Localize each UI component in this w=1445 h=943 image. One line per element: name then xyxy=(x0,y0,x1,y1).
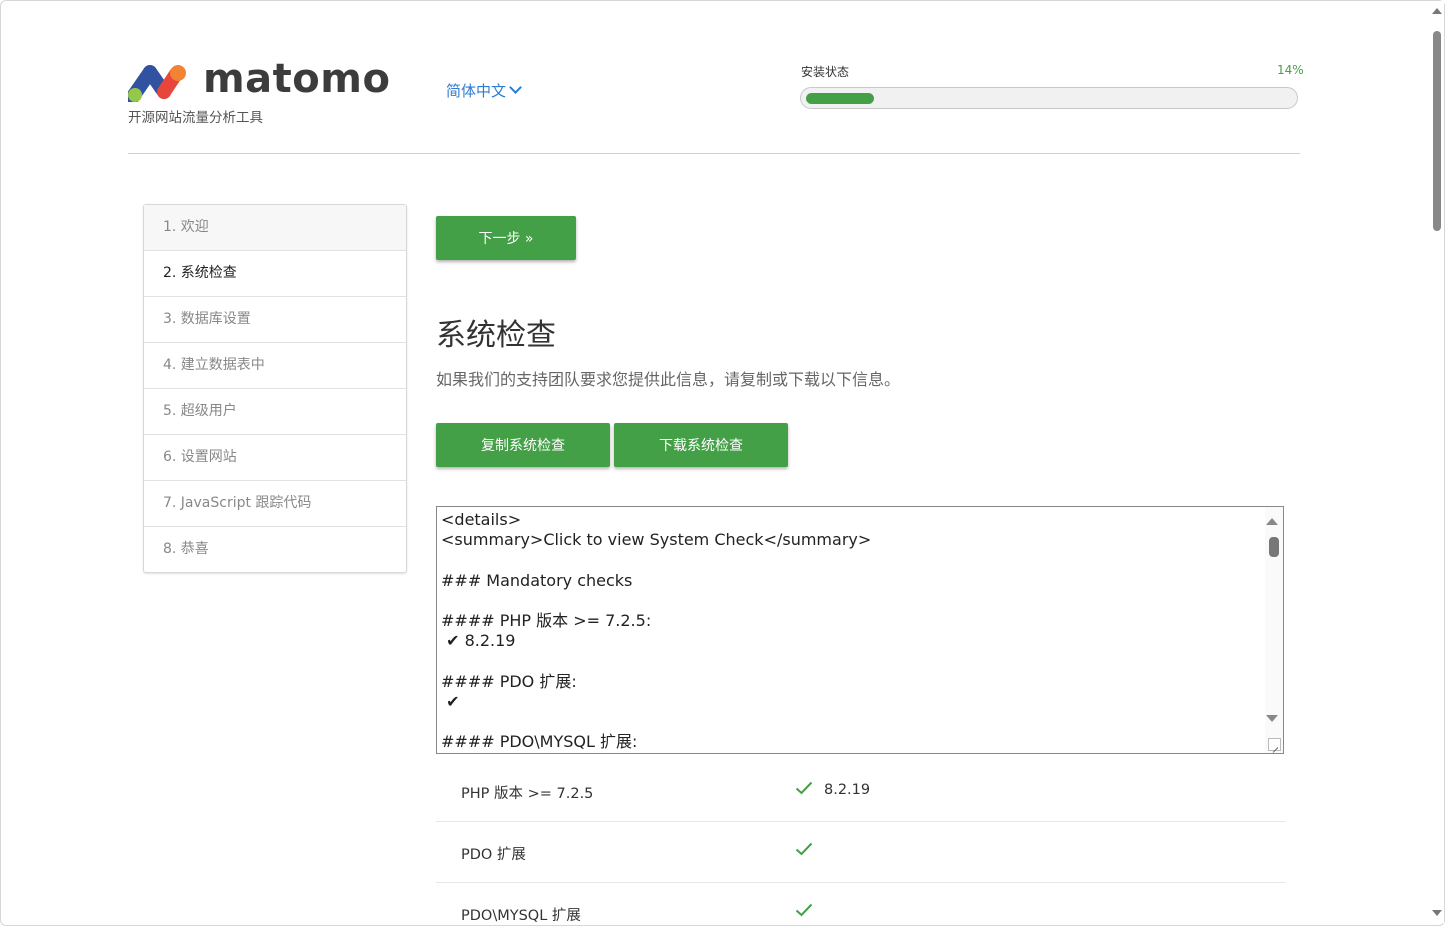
step-super-user[interactable]: 5. 超级用户 xyxy=(144,389,406,435)
page-subtitle: 如果我们的支持团队要求您提供此信息，请复制或下载以下信息。 xyxy=(436,370,901,389)
step-create-tables[interactable]: 4. 建立数据表中 xyxy=(144,343,406,389)
progress-bar xyxy=(800,87,1298,109)
check-value: 8.2.19 xyxy=(824,782,871,798)
system-check-text: <details> <summary>Click to view System … xyxy=(441,510,872,752)
scroll-up-arrow-icon[interactable] xyxy=(1266,518,1278,525)
step-javascript-tracking[interactable]: 7. JavaScript 跟踪代码 xyxy=(144,481,406,527)
page-scroll-up-icon[interactable] xyxy=(1432,8,1442,14)
progress-label: 安装状态 xyxy=(801,65,850,79)
matomo-logo-icon xyxy=(128,65,186,102)
page-scrollbar-thumb[interactable] xyxy=(1433,31,1441,231)
step-setup-website[interactable]: 6. 设置网站 xyxy=(144,435,406,481)
copy-system-check-button[interactable]: 复制系统检查 xyxy=(436,423,610,467)
resize-handle-icon[interactable] xyxy=(1268,738,1281,751)
step-welcome[interactable]: 1. 欢迎 xyxy=(144,205,406,251)
scrollbar-thumb[interactable] xyxy=(1269,537,1279,557)
check-name: PHP 版本 >= 7.2.5 xyxy=(461,786,594,802)
textarea-scrollbar[interactable] xyxy=(1265,507,1283,753)
next-button[interactable]: 下一步 » xyxy=(436,216,576,260)
check-icon xyxy=(795,841,813,860)
chevron-down-icon xyxy=(509,81,522,94)
progress-percent: 14% xyxy=(1277,63,1304,77)
check-name: PDO 扩展 xyxy=(461,847,526,863)
page-scroll-down-icon[interactable] xyxy=(1432,910,1442,916)
step-congratulations[interactable]: 8. 恭喜 xyxy=(144,527,406,572)
step-database-setup[interactable]: 3. 数据库设置 xyxy=(144,297,406,343)
check-row: PDO 扩展 xyxy=(436,822,1285,883)
check-name: PDO\MYSQL 扩展 xyxy=(461,908,581,924)
check-icon xyxy=(795,902,813,921)
download-system-check-button[interactable]: 下载系统检查 xyxy=(614,423,788,467)
progress-bar-fill xyxy=(806,93,874,104)
language-label: 简体中文 xyxy=(446,82,507,100)
language-selector[interactable]: 简体中文 xyxy=(446,80,522,101)
page-title: 系统检查 xyxy=(436,318,556,353)
step-system-check[interactable]: 2. 系统检查 xyxy=(144,251,406,297)
check-icon xyxy=(795,780,813,799)
check-row: PHP 版本 >= 7.2.5 8.2.19 xyxy=(436,761,1285,822)
brand-name: matomo xyxy=(203,56,391,102)
check-row: PDO\MYSQL 扩展 xyxy=(436,883,1285,943)
header-divider xyxy=(128,153,1300,154)
tagline: 开源网站流量分析工具 xyxy=(128,110,263,126)
system-check-textarea[interactable]: <details> <summary>Click to view System … xyxy=(436,506,1284,754)
scroll-down-arrow-icon[interactable] xyxy=(1266,715,1278,722)
page-scrollbar[interactable] xyxy=(1429,1,1444,923)
installation-steps: 1. 欢迎 2. 系统检查 3. 数据库设置 4. 建立数据表中 5. 超级用户… xyxy=(143,204,407,573)
